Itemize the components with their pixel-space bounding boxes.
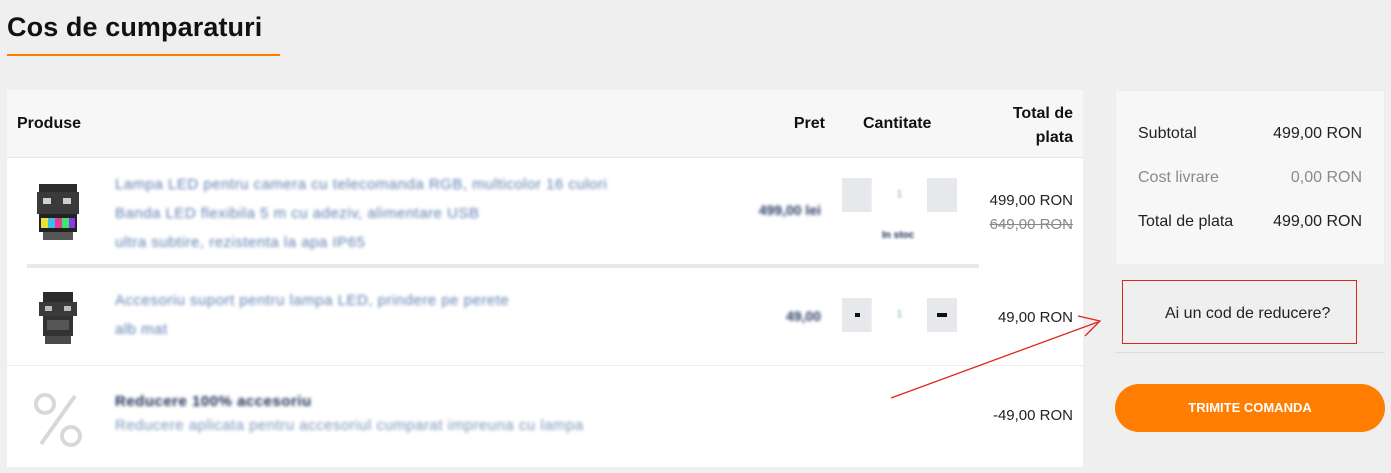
line-total: -49,00 RON [993, 404, 1073, 428]
line-total: 499,00 RON 649,00 RON [990, 189, 1073, 237]
quantity-input[interactable]: 1 [872, 178, 927, 212]
submit-order-button[interactable]: TRIMITE COMANDA [1115, 384, 1385, 432]
total-label: Total de plata [1138, 213, 1234, 230]
line-total-value: -49,00 RON [992, 407, 1073, 424]
line-total-value: 49,00 RON [997, 309, 1073, 326]
line-total: 49,00 RON [998, 306, 1073, 330]
subtotal-value: 499,00 RON [1273, 125, 1362, 142]
summary-total: Total de plata 499,00 RON [1138, 213, 1362, 231]
product-image[interactable] [31, 178, 85, 244]
unit-price: 499,00 lei [758, 202, 821, 218]
header-total-line1: Total de [1012, 105, 1073, 122]
subtotal-label: Subtotal [1138, 125, 1197, 142]
stock-note: In stoc [882, 230, 915, 241]
table-row: Accesoriu suport pentru lampa LED, prind… [7, 268, 1083, 366]
shipping-value: 0,00 RON [1290, 169, 1362, 186]
order-summary: Subtotal 499,00 RON Cost livrare 0,00 RO… [1115, 90, 1385, 265]
quantity-stepper: 1 [842, 178, 957, 212]
table-row: Reducere 100% accesoriu Reducere aplicat… [7, 366, 1083, 467]
plus-icon [937, 313, 947, 317]
minus-icon [855, 313, 860, 317]
product-description[interactable]: Accesoriu suport pentru lampa LED, prind… [115, 286, 725, 344]
coupon-code-link[interactable]: Ai un cod de reducere? [1165, 305, 1330, 323]
header-price: Pret [793, 115, 825, 132]
quantity-increase-button[interactable] [927, 298, 957, 332]
page-title: Cos de cumparaturi [7, 12, 263, 42]
quantity-stepper: 1 [842, 298, 957, 332]
table-row: Lampa LED pentru camera cu telecomanda R… [7, 158, 1083, 266]
discount-description: Reducere 100% accesoriu Reducere aplicat… [115, 393, 584, 434]
cart-table: Produse Pret Cantitate Total de plata La… [7, 90, 1083, 467]
unit-price: 49,00 [785, 308, 821, 324]
shipping-label: Cost livrare [1138, 169, 1219, 186]
coupon-divider [1115, 352, 1385, 353]
product-image[interactable] [31, 286, 85, 352]
title-underline [7, 54, 280, 56]
quantity-decrease-button[interactable] [842, 178, 872, 212]
header-total-line2: plata [1035, 129, 1073, 146]
header-quantity: Cantitate [863, 115, 932, 132]
summary-shipping: Cost livrare 0,00 RON [1138, 169, 1362, 187]
line-total-value: 499,00 RON [989, 192, 1073, 209]
table-header: Produse Pret Cantitate Total de plata [7, 90, 1083, 158]
header-total: Total de plata [973, 102, 1073, 150]
percent-discount-icon [34, 393, 82, 447]
old-price: 649,00 RON [989, 216, 1073, 233]
quantity-input[interactable]: 1 [872, 298, 927, 332]
total-value: 499,00 RON [1273, 213, 1362, 230]
summary-subtotal: Subtotal 499,00 RON [1138, 125, 1362, 143]
product-description[interactable]: Lampa LED pentru camera cu telecomanda R… [115, 170, 725, 257]
header-products: Produse [17, 115, 82, 132]
quantity-increase-button[interactable] [927, 178, 957, 212]
quantity-decrease-button[interactable] [842, 298, 872, 332]
